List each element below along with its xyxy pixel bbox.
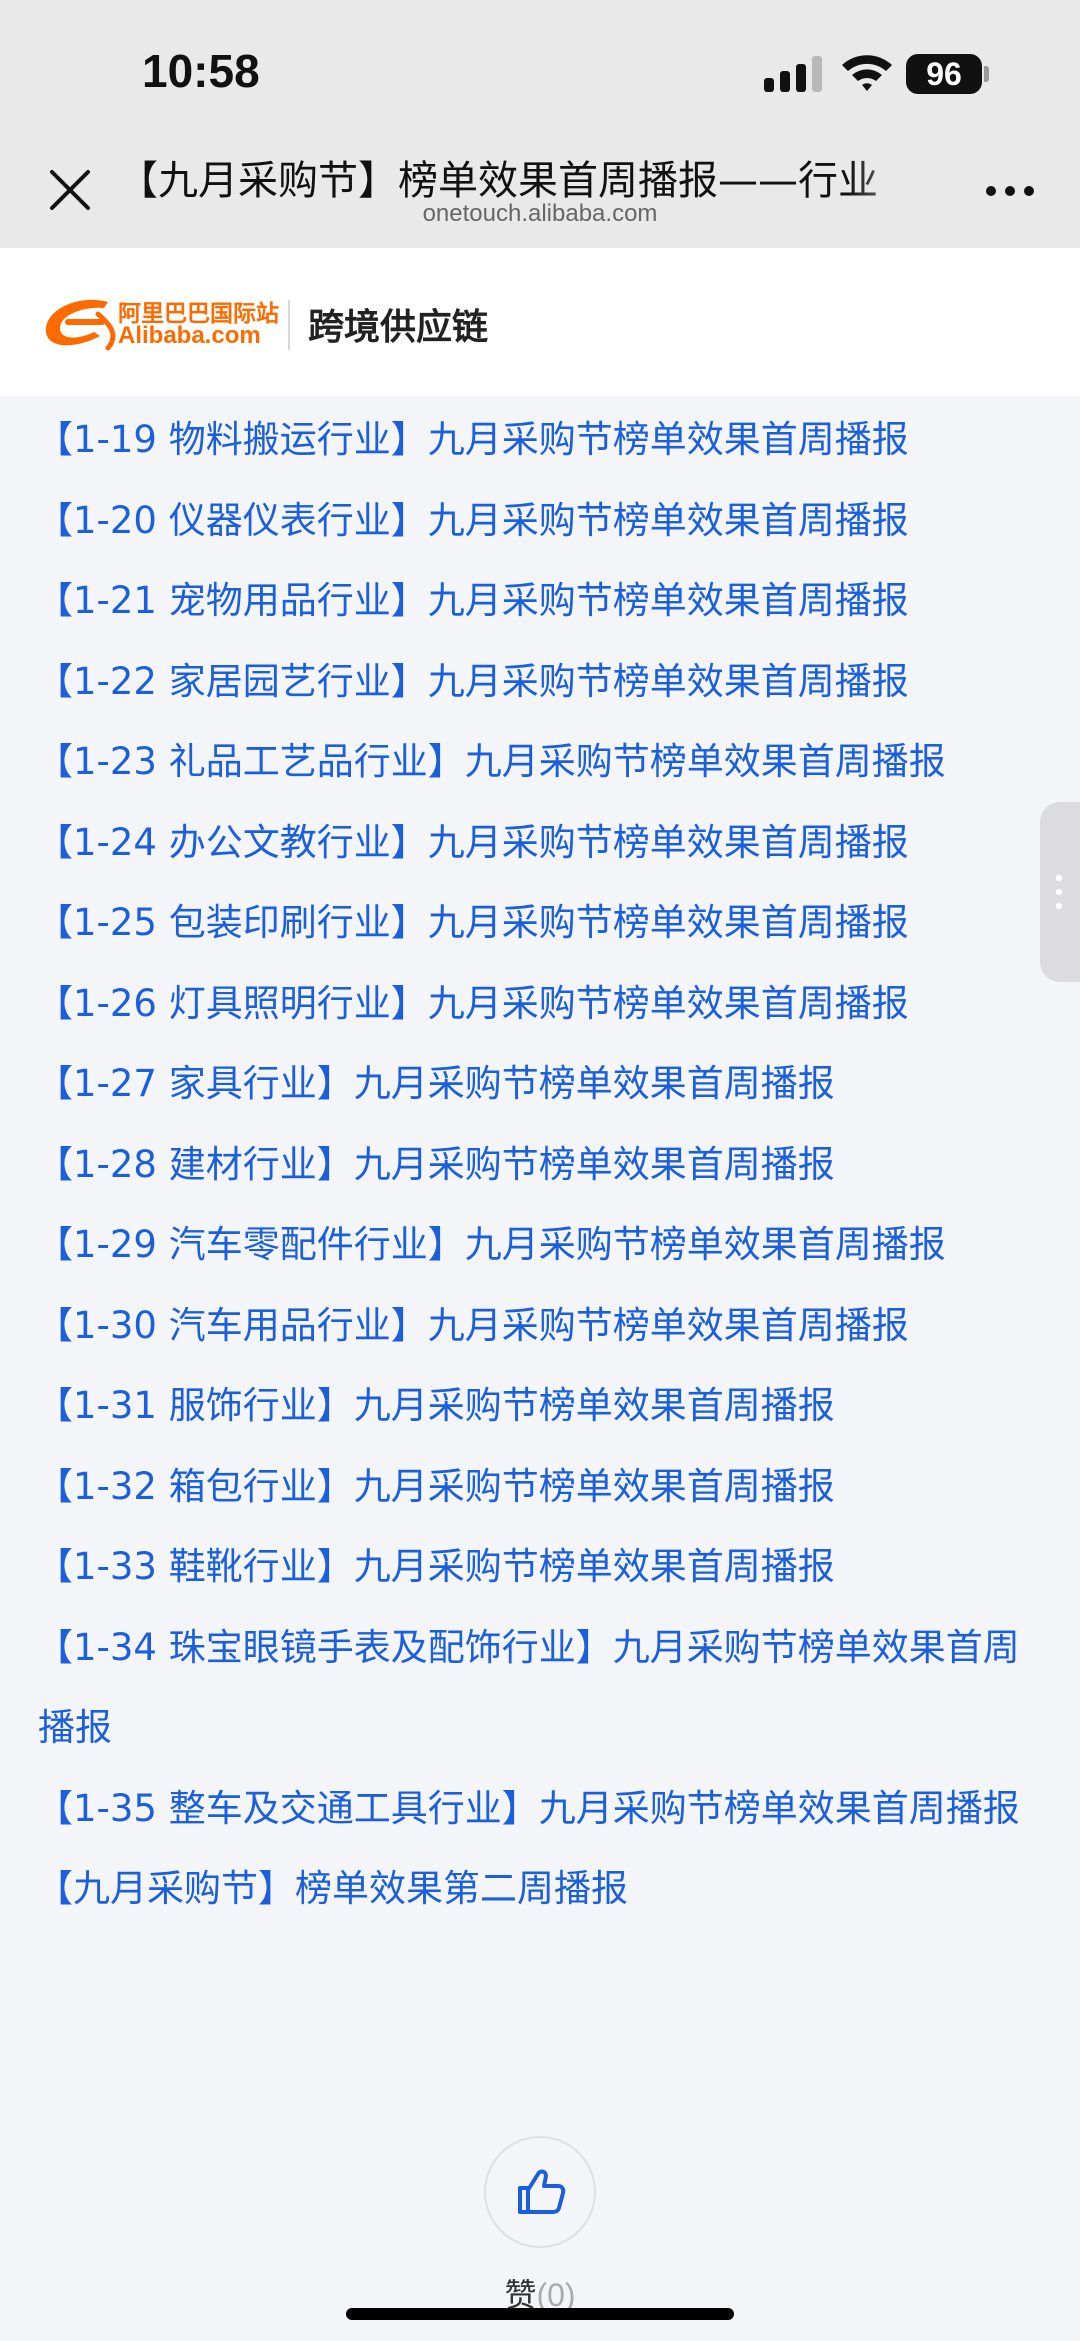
article-link-1-30[interactable]: 【1-30 汽车用品行业】九月采购节榜单效果首周播报 [36, 1286, 1038, 1367]
signal-icon [764, 56, 822, 92]
logo-en-text: Alibaba.com [118, 322, 261, 349]
status-bar: 10:58 96 [0, 0, 1080, 130]
article-link-1-25[interactable]: 【1-25 包装印刷行业】九月采购节榜单效果首周播报 [36, 883, 1038, 964]
article-link-1-28[interactable]: 【1-28 建材行业】九月采购节榜单效果首周播报 [36, 1125, 1038, 1206]
thumbs-up-icon [518, 2169, 566, 2214]
more-icon[interactable] [984, 184, 1036, 198]
status-time: 10:58 [142, 45, 260, 97]
battery-cap [984, 66, 989, 82]
article-link-1-20[interactable]: 【1-20 仪器仪表行业】九月采购节榜单效果首周播报 [36, 481, 1038, 562]
article-link-week2[interactable]: 【九月采购节】榜单效果第二周播报 [36, 1849, 1038, 1930]
article-link-1-35[interactable]: 【1-35 整车及交通工具行业】九月采购节榜单效果首周播报 [36, 1769, 1038, 1850]
article-link-1-33[interactable]: 【1-33 鞋靴行业】九月采购节榜单效果首周播报 [36, 1527, 1038, 1608]
page-title: 【九月采购节】榜单效果首周播报——行业 [118, 158, 878, 204]
vertical-dots-icon [1055, 874, 1063, 910]
article-link-1-22[interactable]: 【1-22 家居园艺行业】九月采购节榜单效果首周播报 [36, 642, 1038, 723]
brand-header: 阿里巴巴国际站 Alibaba.com 跨境供应链 [0, 248, 1080, 396]
side-drawer-handle[interactable] [1040, 802, 1080, 982]
article-link-list: 【1-19 物料搬运行业】九月采购节榜单效果首周播报 【1-20 仪器仪表行业】… [36, 400, 1038, 1930]
battery-icon: 96 [906, 54, 982, 94]
wifi-icon [842, 55, 892, 91]
article-link-1-24[interactable]: 【1-24 办公文教行业】九月采购节榜单效果首周播报 [36, 803, 1038, 884]
browser-header: 【九月采购节】榜单效果首周播报——行业 onetouch.alibaba.com [0, 130, 1080, 248]
brand-subtitle: 跨境供应链 [308, 307, 489, 348]
article-link-1-21[interactable]: 【1-21 宠物用品行业】九月采购节榜单效果首周播报 [36, 561, 1038, 642]
article-link-1-23[interactable]: 【1-23 礼品工艺品行业】九月采购节榜单效果首周播报 [36, 722, 1038, 803]
article-link-1-26[interactable]: 【1-26 灯具照明行业】九月采购节榜单效果首周播报 [36, 964, 1038, 1045]
home-indicator[interactable] [346, 2308, 734, 2320]
like-button[interactable] [484, 2136, 596, 2248]
page-domain: onetouch.alibaba.com [422, 200, 658, 227]
article-link-1-32[interactable]: 【1-32 箱包行业】九月采购节榜单效果首周播报 [36, 1447, 1038, 1528]
brand-divider [288, 300, 290, 350]
alibaba-logo-icon [45, 299, 116, 351]
article-link-1-31[interactable]: 【1-31 服饰行业】九月采购节榜单效果首周播报 [36, 1366, 1038, 1447]
article-link-1-27[interactable]: 【1-27 家具行业】九月采购节榜单效果首周播报 [36, 1044, 1038, 1125]
article-link-1-34[interactable]: 【1-34 珠宝眼镜手表及配饰行业】九月采购节榜单效果首周播报 [36, 1608, 1038, 1769]
article-link-1-19[interactable]: 【1-19 物料搬运行业】九月采购节榜单效果首周播报 [36, 400, 1038, 481]
article-link-1-29[interactable]: 【1-29 汽车零配件行业】九月采购节榜单效果首周播报 [36, 1205, 1038, 1286]
